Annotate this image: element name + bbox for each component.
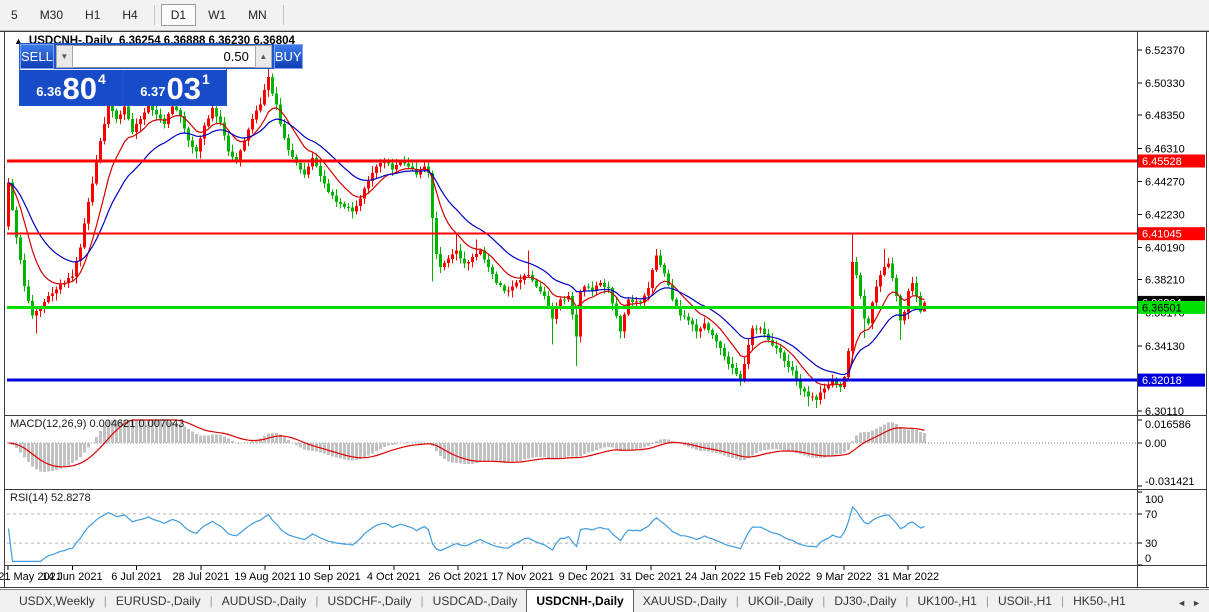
- svg-text:19 Aug 2021: 19 Aug 2021: [234, 571, 296, 583]
- svg-text:6.34130: 6.34130: [1145, 341, 1185, 353]
- timeframe-button-mn[interactable]: MN: [238, 4, 277, 26]
- chart-tab-audusd-daily[interactable]: AUDUSD-,Daily: [213, 591, 316, 612]
- rsi-panel: [7, 507, 1137, 561]
- ask-price-prefix: 6.37: [140, 84, 165, 99]
- ask-price-big-digits: 03: [167, 75, 201, 103]
- chart-tab-usdcad-daily[interactable]: USDCAD-,Daily: [424, 591, 527, 612]
- chart-tab-eurusd-daily[interactable]: EURUSD-,Daily: [107, 591, 210, 612]
- terminal-window: 5M30H1H4 D1W1MN 6.52370 6.50330 6.48350 6.46…: [0, 0, 1209, 612]
- rsi-indicator-label: RSI(14) 52.8278: [10, 492, 91, 504]
- svg-text:17 Nov 2021: 17 Nov 2021: [491, 571, 553, 583]
- svg-text:26 Oct 2021: 26 Oct 2021: [428, 571, 488, 583]
- rsi-axis: 100 70 30 0: [1138, 492, 1163, 565]
- tab-scroll-buttons: ◄►: [1177, 598, 1209, 612]
- svg-text:0: 0: [1145, 553, 1151, 565]
- chart-tab-usdcnh-daily[interactable]: USDCNH-,Daily: [526, 589, 633, 612]
- one-click-trading-panel: SELL ▼ ▲ BUY 6.36 80 4 6.37 03 1: [20, 44, 226, 105]
- svg-text:6.46310: 6.46310: [1145, 143, 1185, 155]
- svg-text:6.38210: 6.38210: [1145, 275, 1185, 287]
- horizontal-level-lines[interactable]: [7, 161, 1137, 380]
- svg-text:9 Mar 2022: 9 Mar 2022: [816, 571, 872, 583]
- volume-increase-button[interactable]: ▲: [255, 45, 272, 68]
- svg-text:6.40190: 6.40190: [1145, 243, 1185, 255]
- svg-text:6.50330: 6.50330: [1145, 78, 1185, 90]
- sell-button[interactable]: SELL: [20, 44, 54, 69]
- chart-tab-usdx-weekly[interactable]: USDX,Weekly: [10, 591, 104, 612]
- chart-tab-usoil-h1[interactable]: USOil-,H1: [989, 591, 1061, 612]
- svg-text:15 Feb 2022: 15 Feb 2022: [749, 571, 811, 583]
- svg-text:31 Mar 2022: 31 Mar 2022: [877, 571, 939, 583]
- timeframe-button-m30[interactable]: M30: [30, 4, 73, 26]
- volume-decrease-button[interactable]: ▼: [56, 45, 73, 68]
- ask-price-pip-digit: 1: [202, 71, 210, 87]
- toolbar-separator: [154, 5, 155, 25]
- tab-scroll-left-icon[interactable]: ◄: [1177, 598, 1186, 608]
- svg-text:6.30110: 6.30110: [1145, 406, 1184, 418]
- buy-button[interactable]: BUY: [274, 44, 303, 69]
- chart-tab-uk100-h1[interactable]: UK100-,H1: [908, 591, 985, 612]
- svg-text:6.36501: 6.36501: [1142, 302, 1182, 314]
- svg-text:24 Jan 2022: 24 Jan 2022: [685, 571, 746, 583]
- svg-text:6.41045: 6.41045: [1142, 229, 1182, 241]
- svg-text:6.52370: 6.52370: [1145, 45, 1185, 57]
- symbol-tab-bar: USDX,Weekly|EURUSD-,Daily|AUDUSD-,Daily|…: [0, 589, 1209, 612]
- svg-text:0.016586: 0.016586: [1145, 419, 1191, 431]
- chart-tab-ukoil-daily[interactable]: UKOil-,Daily: [739, 591, 822, 612]
- svg-text:9 Dec 2021: 9 Dec 2021: [559, 571, 615, 583]
- svg-text:31 Dec 2021: 31 Dec 2021: [620, 571, 682, 583]
- svg-text:70: 70: [1145, 509, 1157, 521]
- svg-text:6.45528: 6.45528: [1142, 156, 1182, 168]
- svg-text:4 Oct 2021: 4 Oct 2021: [367, 571, 421, 583]
- timeframe-button-h4[interactable]: H4: [112, 4, 147, 26]
- ma-slow-line: [9, 119, 925, 374]
- timeframe-button-w1[interactable]: W1: [198, 4, 236, 26]
- bid-price-prefix: 6.36: [36, 84, 61, 99]
- bid-price-big-digits: 80: [63, 75, 97, 103]
- bid-price-pip-digit: 4: [98, 71, 106, 87]
- svg-text:30: 30: [1145, 538, 1157, 550]
- svg-text:6.48350: 6.48350: [1145, 110, 1185, 122]
- svg-text:100: 100: [1145, 494, 1163, 506]
- tab-scroll-right-icon[interactable]: ►: [1192, 598, 1201, 608]
- svg-text:-0.031421: -0.031421: [1145, 476, 1195, 488]
- macd-indicator-label: MACD(12,26,9) 0.004621 0.007043: [10, 418, 184, 430]
- svg-text:6.32018: 6.32018: [1142, 375, 1182, 387]
- svg-text:6.44270: 6.44270: [1145, 176, 1185, 188]
- time-axis[interactable]: 21 May 202114 Jun 20216 Jul 202128 Jul 2…: [0, 566, 939, 583]
- timeframe-button-d1[interactable]: D1: [161, 4, 196, 26]
- svg-text:0.00: 0.00: [1145, 438, 1166, 450]
- volume-stepper: ▼ ▲: [54, 44, 274, 69]
- chart-tab-xauusd-daily[interactable]: XAUUSD-,Daily: [634, 591, 736, 612]
- timeframe-button-h1[interactable]: H1: [75, 4, 110, 26]
- svg-text:6.42230: 6.42230: [1145, 209, 1185, 221]
- macd-axis: 0.016586 0.00 -0.031421: [1138, 419, 1195, 488]
- bid-price-display[interactable]: 6.36 80 4: [20, 70, 124, 105]
- rsi-line: [9, 507, 925, 561]
- chart-tab-hk50-h1[interactable]: HK50-,H1: [1064, 591, 1135, 612]
- volume-input[interactable]: [73, 45, 255, 68]
- svg-text:14 Jun 2021: 14 Jun 2021: [42, 571, 103, 583]
- toolbar-separator: [283, 5, 284, 25]
- timeframe-toolbar: 5M30H1H4 D1W1MN: [0, 0, 1209, 31]
- svg-text:6 Jul 2021: 6 Jul 2021: [111, 571, 162, 583]
- chart-tab-dj30-daily[interactable]: DJ30-,Daily: [825, 591, 905, 612]
- timeframe-button-5[interactable]: 5: [1, 4, 28, 26]
- ma-fast-line: [9, 108, 925, 385]
- price-axis[interactable]: 6.52370 6.50330 6.48350 6.46310 6.44270 6.422…: [1138, 45, 1205, 418]
- svg-text:10 Sep 2021: 10 Sep 2021: [298, 571, 360, 583]
- chart-tab-usdchf-daily[interactable]: USDCHF-,Daily: [319, 591, 421, 612]
- ask-price-display[interactable]: 6.37 03 1: [124, 70, 226, 105]
- svg-text:28 Jul 2021: 28 Jul 2021: [172, 571, 229, 583]
